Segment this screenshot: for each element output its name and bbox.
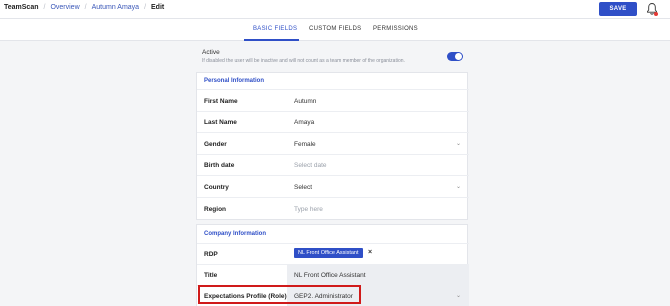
tab-basic-fields[interactable]: BASIC FIELDS xyxy=(253,26,297,32)
breadcrumb: TeamScan / Overview / Autumn Amaya / Edi… xyxy=(4,4,164,11)
breadcrumb-separator: / xyxy=(84,4,87,11)
breadcrumb-teamscan[interactable]: TeamScan xyxy=(4,4,39,11)
active-toggle[interactable] xyxy=(447,52,463,61)
active-label: Active xyxy=(202,49,220,56)
highlight-box xyxy=(198,285,361,304)
tab-permissions[interactable]: PERMISSIONS xyxy=(373,26,418,32)
notification-dot xyxy=(654,12,658,16)
birth-date-picker[interactable]: Select date xyxy=(294,162,327,169)
tab-custom-fields[interactable]: CUSTOM FIELDS xyxy=(309,26,361,32)
title-label: Title xyxy=(204,272,218,279)
breadcrumb-separator: / xyxy=(43,4,46,11)
gender-row: Gender Female ⌄ xyxy=(197,132,469,154)
last-name-row: Last Name Amaya xyxy=(197,111,469,132)
rdp-label: RDP xyxy=(204,251,218,258)
chevron-down-icon[interactable]: ⌄ xyxy=(456,183,461,190)
region-input[interactable]: Type here xyxy=(294,206,323,213)
country-select[interactable]: Select xyxy=(294,184,312,191)
active-help-text: If disabled the user will be inactive an… xyxy=(202,58,405,64)
company-information-title: Company Information xyxy=(204,231,267,237)
birth-date-label: Birth date xyxy=(204,162,235,169)
tab-bar: BASIC FIELDS CUSTOM FIELDS PERMISSIONS xyxy=(0,18,670,41)
title-row: Title NL Front Office Assistant xyxy=(197,264,469,285)
first-name-row: First Name Autumn xyxy=(197,89,469,111)
chevron-down-icon[interactable]: ⌄ xyxy=(456,140,461,147)
gender-select[interactable]: Female xyxy=(294,141,316,148)
region-label: Region xyxy=(204,206,227,213)
title-value: NL Front Office Assistant xyxy=(294,272,366,279)
personal-information-card: Personal Information First Name Autumn L… xyxy=(196,72,469,220)
breadcrumb-user[interactable]: Autumn Amaya xyxy=(92,4,139,11)
region-row: Region Type here xyxy=(197,197,469,220)
country-label: Country xyxy=(204,184,229,191)
birth-date-row: Birth date Select date xyxy=(197,154,469,175)
country-row: Country Select ⌄ xyxy=(197,175,469,197)
first-name-input[interactable]: Autumn xyxy=(294,98,316,105)
notification-bell-icon[interactable] xyxy=(646,2,658,16)
personal-information-title: Personal Information xyxy=(204,78,265,84)
active-setting: Active If disabled the user will be inac… xyxy=(202,49,464,64)
save-button[interactable]: SAVE xyxy=(599,2,637,16)
rdp-row: RDP NL Front Office Assistant × xyxy=(197,243,469,264)
active-tab-indicator xyxy=(244,39,299,41)
top-bar: TeamScan / Overview / Autumn Amaya / Edi… xyxy=(0,0,670,18)
gender-label: Gender xyxy=(204,141,227,148)
last-name-label: Last Name xyxy=(204,119,237,126)
last-name-input[interactable]: Amaya xyxy=(294,119,314,126)
breadcrumb-separator: / xyxy=(144,4,147,11)
first-name-label: First Name xyxy=(204,98,238,105)
chevron-down-icon[interactable]: ⌄ xyxy=(456,292,461,299)
remove-tag-icon[interactable]: × xyxy=(368,249,372,256)
breadcrumb-overview[interactable]: Overview xyxy=(50,4,79,11)
toggle-knob xyxy=(455,53,462,60)
rdp-tag-chip: NL Front Office Assistant xyxy=(294,248,363,258)
breadcrumb-current: Edit xyxy=(151,4,165,11)
